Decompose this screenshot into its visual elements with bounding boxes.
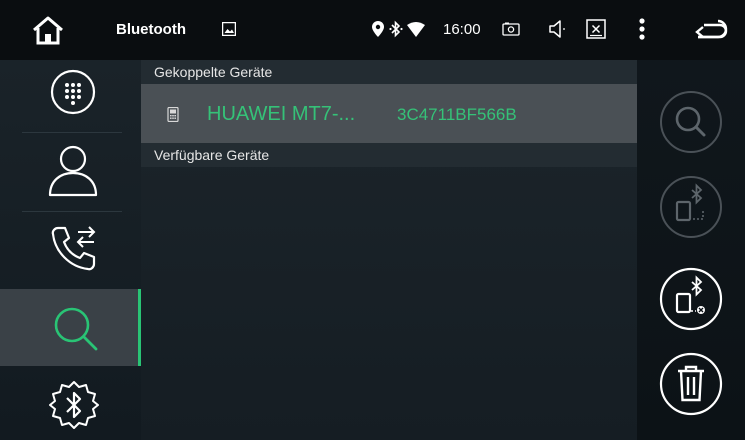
- dialpad-icon: [50, 69, 96, 115]
- sidebar-item-search[interactable]: [0, 289, 141, 366]
- sidebar-item-call-log[interactable]: [0, 212, 141, 288]
- bluetooth-icon: [389, 20, 403, 38]
- bluetooth-phone-disconnect-icon: [675, 275, 705, 314]
- sidebar-item-bluetooth-settings[interactable]: [0, 367, 141, 440]
- screenshot-icon[interactable]: [502, 22, 520, 36]
- home-icon[interactable]: [30, 13, 66, 47]
- call-transfer-icon: [51, 226, 96, 271]
- delete-button[interactable]: [659, 352, 723, 416]
- paired-device-row[interactable]: HUAWEI MT7-... 3C4711BF566B: [141, 84, 637, 143]
- more-vert-icon[interactable]: [638, 17, 646, 41]
- location-icon: [372, 21, 384, 37]
- available-devices-label: Verfügbare Geräte: [154, 147, 270, 163]
- trash-icon: [678, 365, 704, 402]
- volume-icon[interactable]: [548, 19, 566, 39]
- app-title: Bluetooth: [116, 21, 186, 38]
- phone-icon: [167, 107, 179, 122]
- back-icon[interactable]: [694, 17, 728, 41]
- search-devices-button[interactable]: [659, 90, 723, 154]
- close-box-icon[interactable]: [586, 19, 606, 39]
- image-icon: [222, 22, 236, 36]
- contacts-icon: [48, 145, 98, 197]
- clock: 16:00: [443, 21, 481, 38]
- device-address: 3C4711BF566B: [397, 105, 517, 124]
- connect-button[interactable]: [659, 175, 723, 239]
- bluetooth-phone-connect-icon: [675, 183, 704, 222]
- device-name: HUAWEI MT7-...: [207, 103, 356, 125]
- paired-devices-label: Gekoppelte Geräte: [154, 64, 273, 80]
- sidebar: [0, 60, 141, 440]
- action-panel: [637, 60, 745, 440]
- paired-devices-header: Gekoppelte Geräte: [141, 60, 637, 84]
- search-icon: [54, 307, 98, 351]
- bluetooth-settings-icon: [49, 381, 99, 429]
- available-devices-header: Verfügbare Geräte: [141, 143, 637, 167]
- disconnect-button[interactable]: [659, 267, 723, 331]
- wifi-icon: [407, 22, 425, 37]
- search-icon: [675, 106, 706, 137]
- sidebar-item-dialpad[interactable]: [0, 60, 141, 132]
- device-list-panel: Gekoppelte Geräte HUAWEI MT7-... 3C4711B…: [141, 60, 637, 440]
- status-bar: Bluetooth 16:00: [0, 0, 745, 60]
- sidebar-item-contacts[interactable]: [0, 133, 141, 210]
